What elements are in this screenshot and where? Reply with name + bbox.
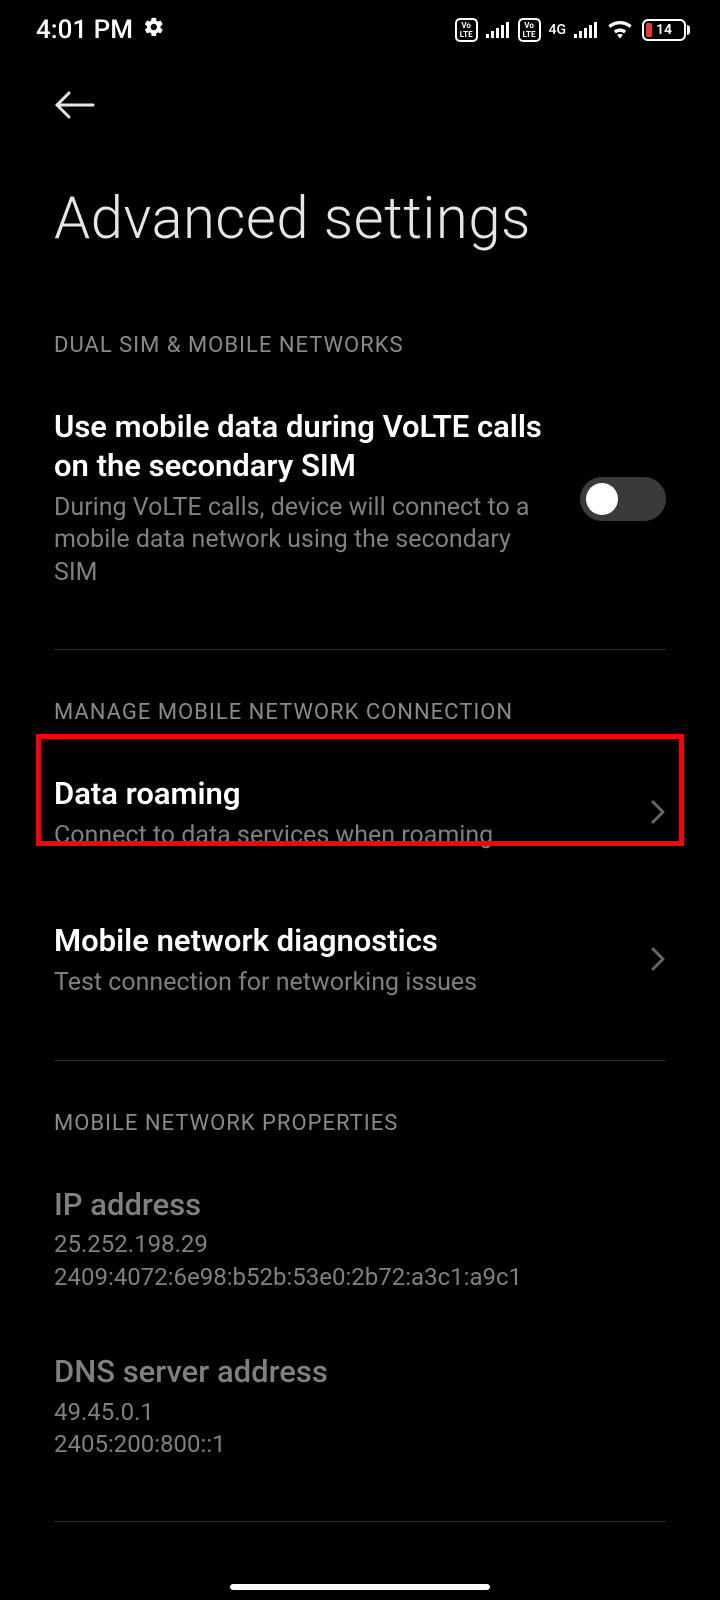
diagnostics-row[interactable]: Mobile network diagnostics Test connecti… <box>54 872 666 1019</box>
status-right: Vo LTE Vo LTE 4G 14 <box>455 15 690 45</box>
dns-address-v6: 2405:200:800::1 <box>54 1428 666 1460</box>
home-indicator[interactable] <box>230 1584 490 1590</box>
volte-data-toggle-row[interactable]: Use mobile data during VoLTE calls on th… <box>54 388 666 609</box>
section-props-header: MOBILE NETWORK PROPERTIES <box>54 1061 666 1166</box>
section-manage-header: MANAGE MOBILE NETWORK CONNECTION <box>54 650 666 755</box>
toggle-knob <box>586 483 618 515</box>
gear-icon <box>143 16 165 44</box>
signal-icon-1 <box>486 15 510 45</box>
battery-indicator: 14 <box>642 19 690 41</box>
page-content: Advanced settings DUAL SIM & MOBILE NETW… <box>0 60 720 1522</box>
section-dual-sim-header: DUAL SIM & MOBILE NETWORKS <box>54 283 666 388</box>
ip-address-row: IP address 25.252.198.29 2409:4072:6e98:… <box>54 1166 666 1314</box>
status-time: 4:01 PM <box>36 15 133 45</box>
dns-address-row: DNS server address 49.45.0.1 2405:200:80… <box>54 1313 666 1481</box>
diagnostics-sub: Test connection for networking issues <box>54 961 630 1000</box>
dns-address-v4: 49.45.0.1 <box>54 1392 666 1428</box>
divider <box>54 1521 666 1522</box>
volte-badge-1: Vo LTE <box>455 18 478 42</box>
volte-data-toggle[interactable] <box>580 477 666 521</box>
signal-icon-2 <box>574 15 598 45</box>
page-title: Advanced settings <box>54 130 666 283</box>
battery-percent: 14 <box>644 22 684 38</box>
ip-address-v6: 2409:4072:6e98:b52b:53e0:2b72:a3c1:a9c1 <box>54 1261 666 1293</box>
chevron-right-icon <box>650 799 666 829</box>
data-roaming-row[interactable]: Data roaming Connect to data services wh… <box>54 755 666 872</box>
chevron-right-icon <box>650 946 666 976</box>
ip-address-title: IP address <box>54 1186 666 1225</box>
wifi-icon <box>606 17 634 44</box>
network-type: 4G <box>549 24 567 36</box>
diagnostics-title: Mobile network diagnostics <box>54 922 630 961</box>
status-bar: 4:01 PM Vo LTE Vo LTE 4G 14 <box>0 0 720 60</box>
ip-address-v4: 25.252.198.29 <box>54 1224 666 1260</box>
dns-address-title: DNS server address <box>54 1353 666 1392</box>
back-arrow-icon[interactable] <box>54 90 666 120</box>
volte-badge-2: Vo LTE <box>518 18 541 42</box>
volte-data-title: Use mobile data during VoLTE calls on th… <box>54 408 560 486</box>
data-roaming-title: Data roaming <box>54 775 630 814</box>
status-left: 4:01 PM <box>36 15 165 45</box>
volte-data-sub: During VoLTE calls, device will connect … <box>54 486 560 590</box>
data-roaming-sub: Connect to data services when roaming <box>54 814 630 853</box>
